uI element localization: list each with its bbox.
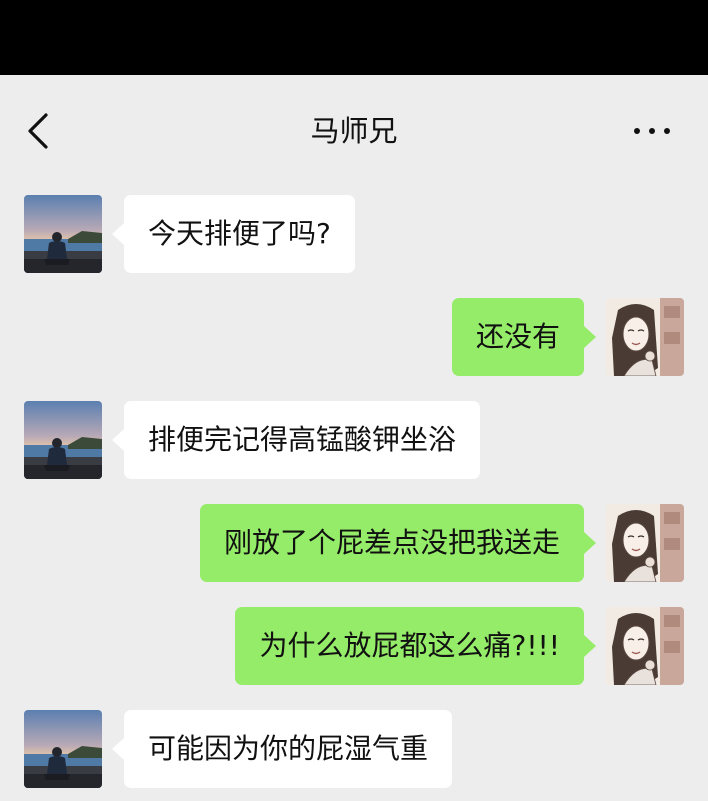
contact-avatar[interactable] — [24, 195, 102, 273]
chat-header: 马师兄 — [0, 75, 708, 185]
outgoing-message-bubble[interactable]: 为什么放屁都这么痛?!!! — [235, 607, 596, 685]
contact-avatar[interactable] — [24, 401, 102, 479]
my-avatar[interactable] — [606, 504, 684, 582]
more-button[interactable] — [632, 123, 672, 139]
incoming-message-bubble[interactable]: 排便完记得高锰酸钾坐浴 — [111, 401, 481, 479]
message-list: 今天排便了吗? 还没有 排便完记得高锰酸钾坐浴 刚放了个屁差点没把我送走 为什么… — [0, 185, 708, 801]
my-avatar[interactable] — [606, 607, 684, 685]
my-avatar[interactable] — [606, 298, 684, 376]
status-bar — [0, 0, 708, 75]
outgoing-message-bubble[interactable]: 还没有 — [451, 298, 597, 376]
incoming-message-bubble[interactable]: 可能因为你的屁湿气重 — [111, 710, 453, 788]
page-title: 马师兄 — [310, 114, 398, 148]
contact-avatar[interactable] — [24, 710, 102, 788]
more-dots-icon — [634, 128, 640, 134]
outgoing-message-bubble[interactable]: 刚放了个屁差点没把我送走 — [199, 504, 597, 582]
incoming-message-bubble[interactable]: 今天排便了吗? — [112, 195, 355, 273]
